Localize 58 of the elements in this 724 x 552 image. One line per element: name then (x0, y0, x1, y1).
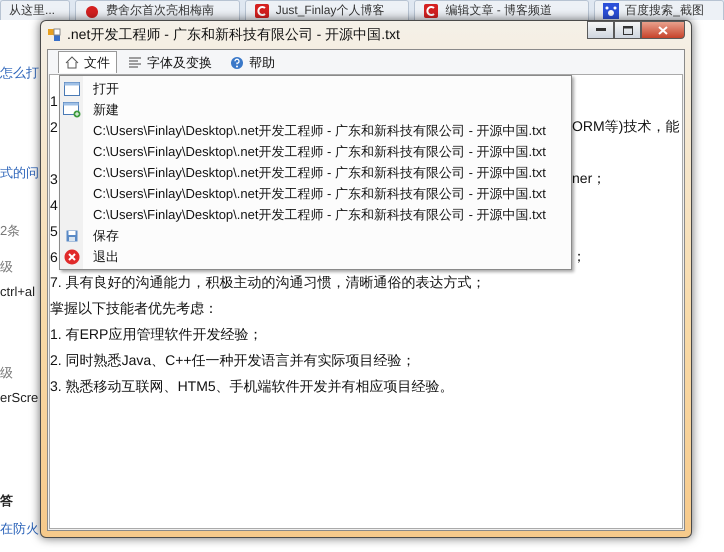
window-icon (64, 82, 80, 96)
new-window-icon (62, 102, 80, 118)
page-text: 级 (0, 258, 13, 276)
page-text: 级 (0, 364, 13, 382)
editor-text: 2. 同时熟悉Java、C++任一种开发语言并有实际项目经验； (50, 352, 416, 370)
home-icon (65, 56, 79, 69)
window-title: .net开发工程师 - 广东和新科技有限公司 - 开源中国.txt (67, 26, 401, 44)
browser-tab[interactable]: 从这里... (0, 0, 70, 20)
editor-text: 7. 具有良好的沟通能力，积极主动的沟通习惯，清晰通俗的表达方式； (50, 274, 486, 292)
page-text: erScre (0, 390, 38, 407)
close-button[interactable] (641, 21, 685, 39)
recent-file-item[interactable]: C:\Users\Finlay\Desktop\.net开发工程师 - 广东和新科技有限公司 - 开源中国.txt (93, 122, 546, 140)
recent-file-item[interactable]: C:\Users\Finlay\Desktop\.net开发工程师 - 广东和新科技有限公司 - 开源中国.txt (93, 184, 546, 202)
editor-text: 4 (50, 197, 58, 213)
recent-file-item[interactable]: C:\Users\Finlay\Desktop\.net开发工程师 - 广东和新科技有限公司 - 开源中国.txt (93, 206, 546, 224)
menu-item[interactable]: 文件 (58, 51, 117, 73)
editor-text: 1. 有ERP应用管理软件开发经验； (50, 326, 262, 344)
page-link[interactable]: 式的问 (0, 164, 39, 190)
page-text: 2条 (0, 222, 20, 240)
close-icon (64, 248, 80, 264)
browser-tab[interactable]: 费舍尔首次亮相梅南 (74, 0, 240, 20)
save-icon (66, 230, 78, 242)
editor-text: 掌握以下技能者优先考虑： (50, 300, 218, 318)
menu-option[interactable]: 打开 (93, 80, 119, 98)
maximize-icon (622, 26, 632, 34)
help-icon (230, 56, 244, 70)
menu-option[interactable]: 保存 (93, 226, 119, 244)
editor-text: 2 (50, 119, 58, 135)
recent-file-item[interactable]: C:\Users\Finlay\Desktop\.net开发工程师 - 广东和新科技有限公司 - 开源中国.txt (93, 142, 546, 160)
paw-icon (603, 2, 620, 18)
browser-tab[interactable]: Just_Finlay个人博客 (244, 0, 410, 20)
editor-text: 1 (50, 93, 58, 109)
logo-icon (423, 2, 440, 18)
editor-text: ner； (572, 170, 606, 188)
editor-text: ORM等)技术，能 (572, 118, 680, 136)
maximize-button[interactable] (614, 21, 641, 39)
recent-file-item[interactable]: C:\Users\Finlay\Desktop\.net开发工程师 - 广东和新科技有限公司 - 开源中国.txt (93, 164, 546, 182)
menu-item[interactable]: 帮助 (223, 51, 282, 73)
menu-option[interactable]: 新建 (93, 100, 119, 118)
browser-tab[interactable]: 编辑文章 - 博客频道 (414, 0, 590, 20)
editor-text: 3. 熟悉移动互联网、HTM5、手机端软件开发并有相应项目经验。 (50, 378, 454, 396)
editor-text: ； (572, 248, 586, 266)
page-text: ctrl+al (0, 284, 36, 301)
editor-text: 5 (50, 223, 58, 239)
menu-option[interactable]: 退出 (93, 248, 119, 266)
close-icon (658, 26, 668, 34)
text-lines-icon (128, 56, 142, 68)
minimize-icon (596, 28, 606, 32)
menu-item[interactable]: 字体及变换 (121, 51, 219, 73)
page-link[interactable]: 在防火 (0, 520, 39, 546)
page-link[interactable]: 怎么打 (0, 64, 39, 90)
logo-icon (254, 2, 270, 18)
minimize-button[interactable] (587, 21, 614, 39)
browser-tab[interactable]: 百度搜索_截图 (594, 0, 724, 20)
section-heading: 答 (0, 492, 13, 510)
editor-text: 3 (50, 171, 58, 187)
editor-text: 6 (50, 249, 58, 265)
app-icon (47, 28, 61, 42)
